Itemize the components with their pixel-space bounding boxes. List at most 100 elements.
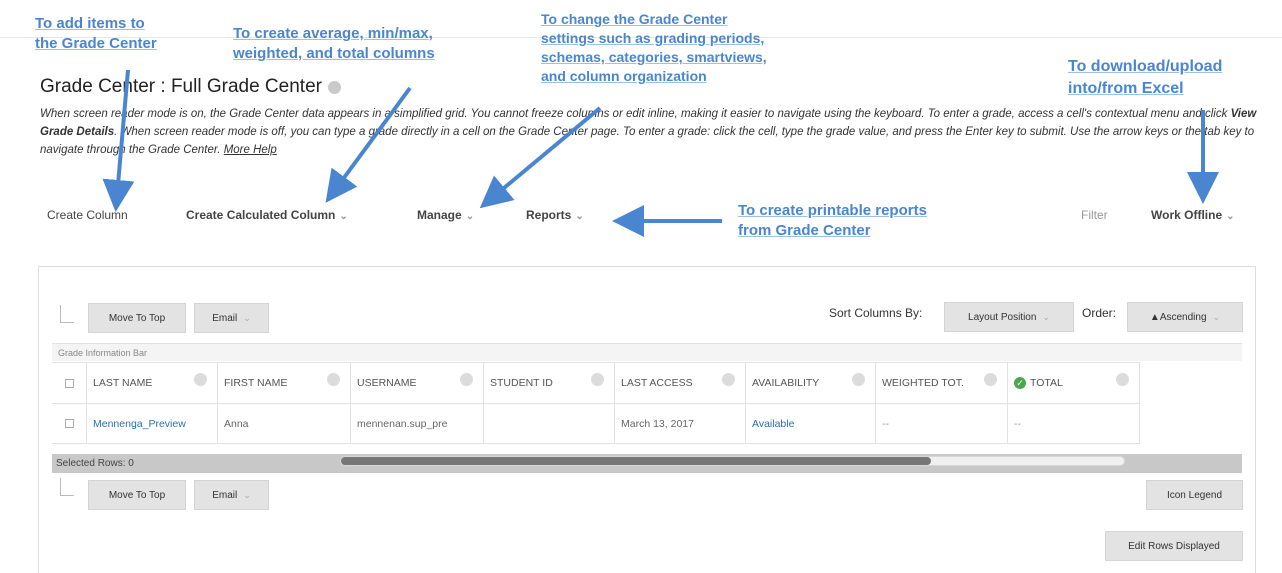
column-menu-icon[interactable] <box>984 373 997 386</box>
move-to-top-button[interactable]: Move To Top <box>88 303 186 333</box>
page-title: Grade Center : Full Grade Center <box>40 76 341 98</box>
header-label: LAST NAME <box>93 377 153 389</box>
horizontal-scrollbar[interactable] <box>340 456 1125 466</box>
move-to-top-label: Move To Top <box>108 312 166 324</box>
page-info-icon[interactable] <box>327 80 341 94</box>
instructions-text: When screen reader mode is on, the Grade… <box>40 105 1265 159</box>
instructions-part-1: When screen reader mode is on, the Grade… <box>40 108 1231 120</box>
chevron-down-icon: ⌄ <box>243 312 251 323</box>
icon-legend-button[interactable]: Icon Legend <box>1146 480 1243 510</box>
create-calculated-column-menu[interactable]: Create Calculated Column ⌄ <box>186 208 348 222</box>
work-offline-menu[interactable]: Work Offline ⌄ <box>1151 208 1235 222</box>
column-menu-icon[interactable] <box>194 373 207 386</box>
checkbox-icon <box>64 419 74 428</box>
edit-rows-displayed-label: Edit Rows Displayed <box>1128 540 1220 552</box>
elbow-arrow-icon <box>60 305 74 323</box>
more-help-link[interactable]: More Help <box>224 144 277 156</box>
cell-username[interactable]: mennenan.sup_pre <box>351 404 484 443</box>
annotation-settings: To change the Grade Center settings such… <box>541 10 767 86</box>
move-to-top-label: Move To Top <box>108 489 166 501</box>
reports-label: Reports <box>526 208 572 222</box>
annotation-line: To download/upload <box>1068 58 1223 75</box>
annotation-calculated-columns: To create average, min/max, weighted, an… <box>233 24 435 64</box>
cell-student-id[interactable] <box>484 404 615 443</box>
cell-last-name[interactable]: Mennenga_Preview <box>87 404 218 443</box>
email-button[interactable]: Email ⌄ <box>194 303 269 333</box>
email-button-bottom[interactable]: Email ⌄ <box>194 480 269 510</box>
checkbox-icon <box>64 378 74 388</box>
header-label: WEIGHTED TOT. <box>882 377 964 389</box>
header-student-id[interactable]: STUDENT ID <box>484 363 615 403</box>
header-first-name[interactable]: FIRST NAME <box>218 363 351 403</box>
column-menu-icon[interactable] <box>852 373 865 386</box>
header-total[interactable]: ✓ TOTAL <box>1008 363 1140 403</box>
annotation-line: To create printable reports <box>738 202 927 219</box>
annotation-line: the Grade Center <box>35 35 157 52</box>
edit-rows-displayed-button[interactable]: Edit Rows Displayed <box>1105 531 1243 561</box>
annotation-line: settings such as grading periods, <box>541 30 765 46</box>
cell-first-name[interactable]: Anna <box>218 404 351 443</box>
header-last-access[interactable]: LAST ACCESS <box>615 363 746 403</box>
table-header-row: LAST NAME FIRST NAME USERNAME STUDENT ID… <box>52 362 1140 404</box>
annotation-line: from Grade Center <box>738 222 871 239</box>
annotation-line: into/from Excel <box>1068 80 1184 97</box>
order-select[interactable]: ▲Ascending ⌄ <box>1127 302 1243 332</box>
order-label: Order: <box>1082 306 1117 320</box>
annotation-line: weighted, and total columns <box>233 45 435 62</box>
sort-columns-select[interactable]: Layout Position ⌄ <box>944 302 1074 332</box>
header-label: TOTAL <box>1030 377 1063 389</box>
annotation-line: To add items to <box>35 15 145 32</box>
page-title-text: Grade Center : Full Grade Center <box>40 76 322 97</box>
cell-weighted-total[interactable]: -- <box>876 404 1008 443</box>
select-all-checkbox[interactable] <box>52 363 87 403</box>
cell-availability[interactable]: Available <box>746 404 876 443</box>
header-label: AVAILABILITY <box>752 377 820 389</box>
row-checkbox[interactable] <box>52 404 87 443</box>
create-calculated-column-label: Create Calculated Column <box>186 208 336 222</box>
annotation-line: To change the Grade Center <box>541 11 728 27</box>
header-weighted-total[interactable]: WEIGHTED TOT. <box>876 363 1008 403</box>
header-last-name[interactable]: LAST NAME <box>87 363 218 403</box>
header-label: FIRST NAME <box>224 377 288 389</box>
column-menu-icon[interactable] <box>722 373 735 386</box>
action-bar: Create Column Create Calculated Column ⌄ … <box>0 196 1282 236</box>
move-to-top-button-bottom[interactable]: Move To Top <box>88 480 186 510</box>
table-row: Mennenga_Preview Anna mennenan.sup_pre M… <box>52 404 1140 444</box>
work-offline-label: Work Offline <box>1151 208 1223 222</box>
create-column-label: Create Column <box>47 208 128 222</box>
column-menu-icon[interactable] <box>591 373 604 386</box>
header-label: STUDENT ID <box>490 377 553 389</box>
sort-columns-label: Sort Columns By: <box>829 306 923 320</box>
annotation-line: and column organization <box>541 68 707 84</box>
email-label: Email <box>212 312 238 324</box>
order-value: ▲Ascending <box>1149 311 1207 323</box>
column-menu-icon[interactable] <box>1116 373 1129 386</box>
annotation-line: schemas, categories, smartviews, <box>541 49 767 65</box>
reports-menu[interactable]: Reports ⌄ <box>526 208 584 222</box>
chevron-down-icon: ⌄ <box>1042 311 1050 322</box>
filter-label: Filter <box>1081 208 1108 222</box>
annotation-add-items: To add items to the Grade Center <box>35 14 157 54</box>
chevron-down-icon: ⌄ <box>339 211 348 222</box>
elbow-arrow-icon <box>60 478 74 496</box>
checkmark-icon: ✓ <box>1014 377 1026 389</box>
annotation-excel: To download/upload into/from Excel <box>1068 56 1222 100</box>
instructions-part-2: . When screen reader mode is off, you ca… <box>40 126 1255 156</box>
header-availability[interactable]: AVAILABILITY <box>746 363 876 403</box>
filter-button[interactable]: Filter <box>1081 208 1108 222</box>
create-column-button[interactable]: Create Column <box>47 208 128 222</box>
cell-last-access[interactable]: March 13, 2017 <box>615 404 746 443</box>
annotation-reports: To create printable reports from Grade C… <box>738 201 927 241</box>
email-label: Email <box>212 489 238 501</box>
cell-total[interactable]: -- <box>1008 404 1140 443</box>
header-label: USERNAME <box>357 377 417 389</box>
chevron-down-icon: ⌄ <box>465 211 475 222</box>
column-menu-icon[interactable] <box>460 373 473 386</box>
header-label: LAST ACCESS <box>621 377 693 389</box>
header-username[interactable]: USERNAME <box>351 363 484 403</box>
column-menu-icon[interactable] <box>327 373 340 386</box>
chevron-down-icon: ⌄ <box>1212 311 1221 322</box>
manage-menu[interactable]: Manage ⌄ <box>417 208 474 222</box>
icon-legend-label: Icon Legend <box>1166 489 1223 501</box>
scrollbar-thumb[interactable] <box>341 457 931 465</box>
